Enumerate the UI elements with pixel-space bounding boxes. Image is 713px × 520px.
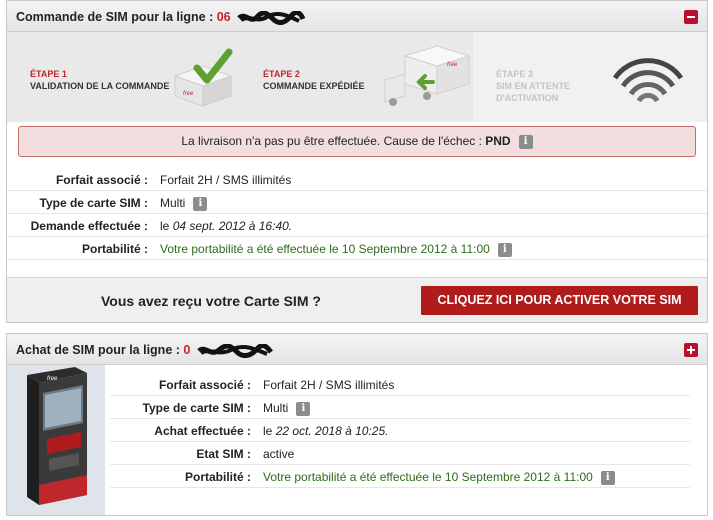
detail-value: le 22 oct. 2018 à 10:25. xyxy=(263,424,389,438)
kiosk-image: free xyxy=(7,365,105,515)
order-steps: ÉTAPE 1 VALIDATION DE LA COMMANDE free É… xyxy=(7,32,707,122)
step-number: ÉTAPE 3 xyxy=(496,69,533,79)
detail-value: Forfait 2H / SMS illimités xyxy=(263,378,395,392)
line-number: 06 xyxy=(216,10,231,24)
activate-question: Vous avez reçu votre Carte SIM ? xyxy=(101,293,321,309)
detail-row: Etat SIM : active xyxy=(110,442,690,465)
detail-value: Votre portabilité a été effectuée le 10 … xyxy=(263,470,615,485)
expand-button[interactable] xyxy=(684,343,698,357)
step-number: ÉTAPE 2 xyxy=(263,69,300,79)
detail-value: active xyxy=(263,447,295,461)
alert-text: La livraison n'a pas pu être effectuée. … xyxy=(181,134,486,148)
detail-row: Type de carte SIM : Multi i xyxy=(110,396,690,419)
detail-value: le 04 sept. 2012 à 16:40. xyxy=(160,219,293,233)
panel-title-text: Achat de SIM pour la ligne : xyxy=(16,343,184,357)
detail-value: Multi i xyxy=(263,401,311,416)
detail-label: Forfait associé : xyxy=(55,173,148,187)
wifi-signal-icon xyxy=(612,58,684,103)
sim-order-panel: Commande de SIM pour la ligne : 06 ÉTAPE… xyxy=(6,0,708,323)
detail-label: Portabilité : xyxy=(81,242,148,256)
activate-sim-button[interactable]: CLIQUEZ ICI POUR ACTIVER VOTRE SIM xyxy=(421,286,698,315)
purchase-details: Forfait associé : Forfait 2H / SMS illim… xyxy=(110,373,690,488)
panel-header: Achat de SIM pour la ligne : 0 xyxy=(7,334,707,365)
detail-value: Multi i xyxy=(160,196,208,211)
alert-cause: PND xyxy=(485,134,511,148)
svg-text:free: free xyxy=(447,62,458,68)
info-icon[interactable]: i xyxy=(518,134,533,149)
info-icon[interactable]: i xyxy=(296,401,311,416)
panel-title-text: Commande de SIM pour la ligne : xyxy=(16,10,217,24)
detail-row: Portabilité : Votre portabilité a été ef… xyxy=(110,465,690,488)
detail-label: Etat SIM : xyxy=(196,447,251,461)
svg-text:free: free xyxy=(47,376,58,382)
step-label: SIM EN ATTENTE xyxy=(496,81,570,91)
info-icon[interactable]: i xyxy=(600,470,615,485)
step-number: ÉTAPE 1 xyxy=(30,69,67,79)
activate-bar: Vous avez reçu votre Carte SIM ? CLIQUEZ… xyxy=(7,277,707,322)
detail-label: Forfait associé : xyxy=(158,378,251,392)
redacted-scribble xyxy=(197,343,273,358)
redacted-scribble xyxy=(237,10,306,25)
detail-label: Demande effectuée : xyxy=(30,219,148,233)
detail-row: Achat effectuée : le 22 oct. 2018 à 10:2… xyxy=(110,419,690,442)
info-icon[interactable]: i xyxy=(497,242,512,257)
detail-row: Forfait associé : Forfait 2H / SMS illim… xyxy=(110,373,690,396)
delivery-error-alert: La livraison n'a pas pu être effectuée. … xyxy=(18,126,696,157)
step-label: COMMANDE EXPÉDIÉE xyxy=(263,81,365,91)
box-checkmark-icon: free xyxy=(173,48,233,107)
kiosk-illustration: free xyxy=(27,367,87,505)
order-details: Forfait associé : Forfait 2H / SMS illim… xyxy=(7,168,707,260)
step-2: ÉTAPE 2 COMMANDE EXPÉDIÉE xyxy=(263,68,365,92)
panel-title: Commande de SIM pour la ligne : 06 xyxy=(16,10,306,25)
step-1: ÉTAPE 1 VALIDATION DE LA COMMANDE xyxy=(30,68,169,92)
panel-title: Achat de SIM pour la ligne : 0 xyxy=(16,343,273,358)
svg-text:free: free xyxy=(183,91,194,97)
detail-row: Demande effectuée : le 04 sept. 2012 à 1… xyxy=(7,214,707,237)
detail-label: Type de carte SIM : xyxy=(142,401,251,415)
detail-row: Type de carte SIM : Multi i xyxy=(7,191,707,214)
detail-row: Forfait associé : Forfait 2H / SMS illim… xyxy=(7,168,707,191)
sim-purchase-panel: Achat de SIM pour la ligne : 0 free Forf… xyxy=(6,333,708,516)
detail-row: Portabilité : Votre portabilité a été ef… xyxy=(7,237,707,260)
step-label: VALIDATION DE LA COMMANDE xyxy=(30,81,170,91)
delivery-truck-icon: free xyxy=(384,45,471,106)
panel-header: Commande de SIM pour la ligne : 06 xyxy=(7,1,707,32)
line-number: 0 xyxy=(183,343,191,357)
detail-label: Portabilité : xyxy=(184,470,251,484)
info-icon[interactable]: i xyxy=(193,196,208,211)
detail-value: Forfait 2H / SMS illimités xyxy=(160,173,292,187)
detail-label: Type de carte SIM : xyxy=(39,196,148,210)
detail-label: Achat effectuée : xyxy=(154,424,251,438)
detail-value: Votre portabilité a été effectuée le 10 … xyxy=(160,242,512,257)
collapse-button[interactable] xyxy=(684,10,698,24)
step-3: ÉTAPE 3 SIM EN ATTENTE D'ACTIVATION xyxy=(496,68,570,104)
step-label: D'ACTIVATION xyxy=(496,93,559,103)
